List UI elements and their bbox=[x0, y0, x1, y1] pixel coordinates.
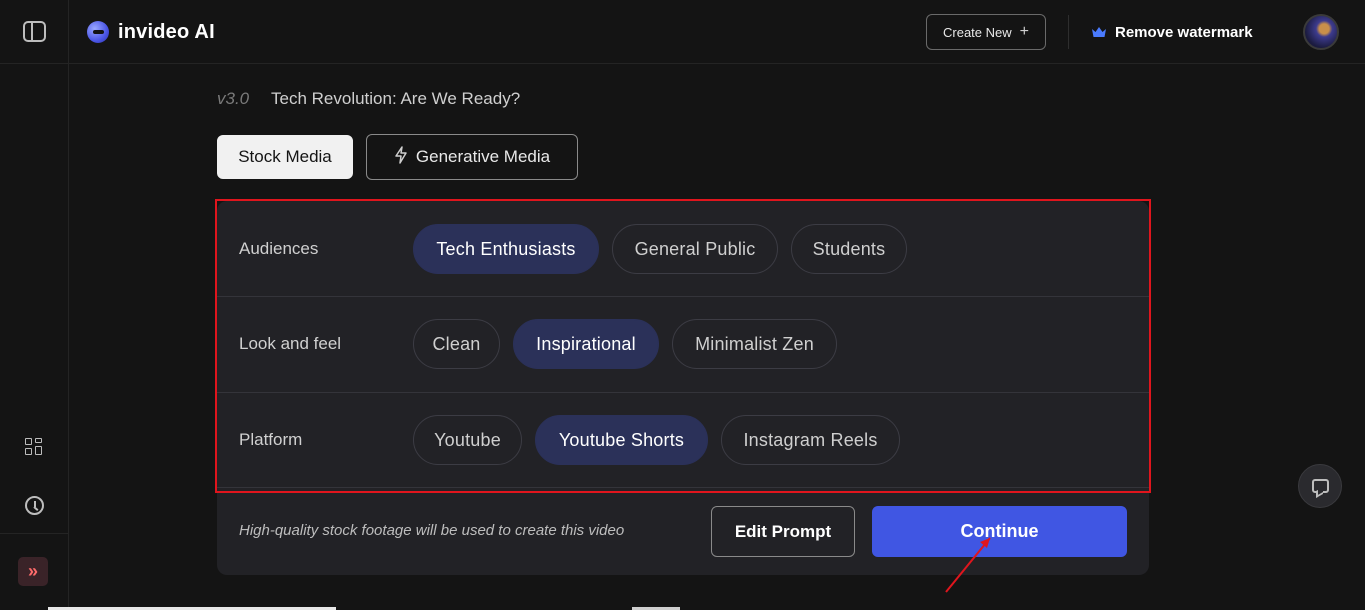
tab-generative-media[interactable]: Generative Media bbox=[366, 134, 578, 180]
chip-clean[interactable]: Clean bbox=[413, 319, 500, 369]
top-divider bbox=[1068, 15, 1069, 49]
chip-students[interactable]: Students bbox=[791, 224, 907, 274]
chip-tech-enthusiasts[interactable]: Tech Enthusiasts bbox=[413, 224, 599, 274]
chip-minimalist-zen[interactable]: Minimalist Zen bbox=[672, 319, 837, 369]
audiences-label: Audiences bbox=[239, 239, 319, 258]
chat-button[interactable] bbox=[1298, 464, 1342, 508]
footer-note: High-quality stock footage will be used … bbox=[239, 522, 625, 539]
brand[interactable]: invideo AI bbox=[87, 18, 215, 46]
chip-general-public[interactable]: General Public bbox=[612, 224, 778, 274]
tab-stock-media-label: Stock Media bbox=[238, 147, 332, 166]
version-label: v3.0 bbox=[217, 89, 250, 108]
chip-youtube-shorts[interactable]: Youtube Shorts bbox=[535, 415, 708, 465]
brand-name: invideo AI bbox=[118, 20, 215, 43]
clock-icon[interactable] bbox=[25, 496, 44, 515]
platform-label: Platform bbox=[239, 430, 303, 449]
sidebar-toggle-icon[interactable] bbox=[23, 21, 46, 42]
app-root: invideo AI Create New + Remove watermark… bbox=[0, 0, 1365, 610]
lightning-icon bbox=[394, 145, 408, 169]
row-divider bbox=[217, 296, 1149, 297]
chevrons-right-icon[interactable]: » bbox=[18, 557, 48, 586]
remove-watermark-button[interactable]: Remove watermark bbox=[1092, 20, 1253, 44]
plus-icon: + bbox=[1019, 23, 1029, 40]
create-new-button[interactable]: Create New + bbox=[926, 14, 1046, 50]
grid-icon[interactable] bbox=[24, 437, 44, 457]
look-and-feel-label: Look and feel bbox=[239, 334, 342, 353]
crown-icon bbox=[1092, 27, 1106, 37]
left-sidebar: » bbox=[0, 64, 69, 610]
sidebar-divider bbox=[0, 533, 69, 534]
chat-icon bbox=[1311, 479, 1329, 493]
edit-prompt-button[interactable]: Edit Prompt bbox=[711, 506, 855, 557]
annotation-arrow-icon bbox=[945, 537, 991, 593]
tab-stock-media[interactable]: Stock Media bbox=[217, 135, 353, 179]
avatar[interactable] bbox=[1303, 14, 1339, 50]
top-bar: invideo AI Create New + Remove watermark bbox=[0, 0, 1365, 64]
remove-watermark-label: Remove watermark bbox=[1115, 23, 1253, 41]
row-divider bbox=[217, 487, 1149, 488]
top-left-strip bbox=[0, 0, 69, 64]
chip-inspirational[interactable]: Inspirational bbox=[513, 319, 659, 369]
chip-instagram-reels[interactable]: Instagram Reels bbox=[721, 415, 900, 465]
chip-youtube[interactable]: Youtube bbox=[413, 415, 522, 465]
invideo-logo-icon bbox=[87, 21, 109, 43]
row-divider bbox=[217, 392, 1149, 393]
project-title: Tech Revolution: Are We Ready? bbox=[271, 89, 521, 108]
create-new-label: Create New bbox=[943, 24, 1012, 40]
tab-generative-media-label: Generative Media bbox=[415, 147, 551, 166]
